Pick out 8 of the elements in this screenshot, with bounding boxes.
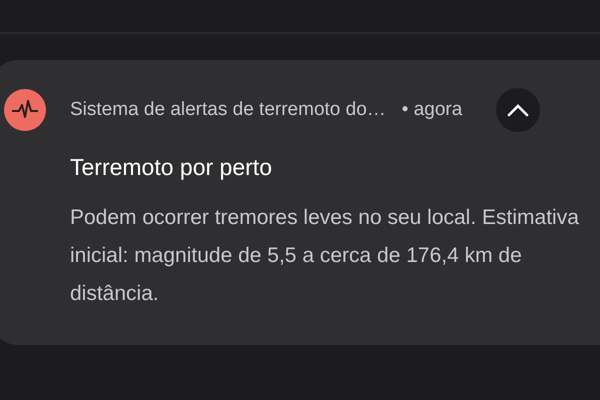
app-name: Sistema de alertas de terremoto do… bbox=[70, 98, 386, 122]
notification-body: Podem ocorrer tremores leves no seu local. Estimativa inicial: magnitude de 5,5 a cerca de 176,4 km de distância. bbox=[70, 204, 580, 306]
collapse-button[interactable] bbox=[496, 88, 540, 132]
chevron-up-icon bbox=[507, 103, 530, 117]
heartbeat-icon bbox=[4, 89, 46, 131]
timestamp: • agora bbox=[402, 98, 462, 122]
notification-card[interactable]: Sistema de alertas de terremoto do… • agora Terremoto por perto Podem ocorrer tremores leves no seu local. Estimativa inicial: magnitude de 5,5 a cerca de 176,4 km de distância. bbox=[0, 60, 600, 345]
notification-title: Terremoto por perto bbox=[70, 153, 273, 182]
